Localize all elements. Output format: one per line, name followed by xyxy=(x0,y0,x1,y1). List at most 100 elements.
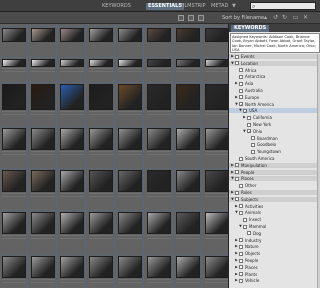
thumbnail[interactable] xyxy=(31,256,55,278)
keyword-row[interactable]: ▶ Vehicle xyxy=(229,278,320,283)
keyword-checkbox[interactable] xyxy=(239,204,243,209)
thumbnail[interactable] xyxy=(2,84,26,110)
thumbnail[interactable] xyxy=(31,59,55,67)
keyword-checkbox[interactable] xyxy=(239,156,243,161)
disclosure-triangle-icon[interactable]: ▼ xyxy=(231,176,234,181)
thumbnail[interactable] xyxy=(2,256,26,278)
keyword-row[interactable]: ▶ People xyxy=(229,169,320,175)
disclosure-triangle-icon[interactable]: ▶ xyxy=(235,265,238,270)
thumbnail[interactable] xyxy=(118,59,142,67)
thumbnail[interactable] xyxy=(118,28,142,42)
keyword-row[interactable]: ▶ Objects xyxy=(229,251,320,256)
thumbnail[interactable] xyxy=(2,28,26,42)
thumbnail[interactable] xyxy=(118,170,142,192)
keyword-checkbox[interactable] xyxy=(251,142,255,147)
keyword-checkbox[interactable] xyxy=(235,54,239,59)
keyword-row[interactable]: ▶ Industry xyxy=(229,238,320,243)
thumbnail[interactable] xyxy=(176,84,200,110)
thumbnail[interactable] xyxy=(60,28,84,42)
thumbnail[interactable] xyxy=(147,212,171,234)
thumbnail[interactable] xyxy=(147,84,171,110)
keyword-checkbox[interactable] xyxy=(239,74,243,79)
thumbnail[interactable] xyxy=(118,212,142,234)
disclosure-triangle-icon[interactable]: ▶ xyxy=(231,170,234,175)
thumbnail[interactable] xyxy=(60,170,84,192)
view-grid-icon[interactable] xyxy=(178,15,184,21)
disclosure-triangle-icon[interactable]: ▶ xyxy=(235,258,238,263)
thumbnail[interactable] xyxy=(89,170,113,192)
sort-dropdown[interactable]: Sort by Filename xyxy=(222,15,264,21)
keyword-row[interactable]: Goodbelo xyxy=(229,142,320,147)
keyword-row[interactable]: ▼ Subjects xyxy=(229,196,320,202)
rotate-right-icon[interactable]: ↻ xyxy=(281,15,288,21)
view-list-icon[interactable] xyxy=(188,15,194,21)
thumbnail[interactable] xyxy=(89,256,113,278)
disclosure-triangle-icon[interactable]: ▼ xyxy=(239,224,242,229)
thumbnail[interactable] xyxy=(205,212,228,234)
keyword-checkbox[interactable] xyxy=(251,136,255,141)
keyword-checkbox[interactable] xyxy=(239,210,243,215)
keyword-row[interactable]: ▶ Plants xyxy=(229,272,320,277)
keyword-checkbox[interactable] xyxy=(251,149,255,154)
keyword-row[interactable]: ▼ Mammal xyxy=(229,224,320,229)
keyword-checkbox[interactable] xyxy=(239,278,243,283)
disclosure-triangle-icon[interactable]: ▶ xyxy=(243,115,246,120)
thumbnail[interactable] xyxy=(2,59,26,67)
keyword-checkbox[interactable] xyxy=(235,190,239,195)
thumbnail[interactable] xyxy=(31,212,55,234)
thumbnail[interactable] xyxy=(60,212,84,234)
thumbnail[interactable] xyxy=(118,128,142,150)
thumbnail[interactable] xyxy=(205,84,228,110)
disclosure-triangle-icon[interactable]: ▶ xyxy=(235,272,238,277)
thumbnail[interactable] xyxy=(89,84,113,110)
thumbnail[interactable] xyxy=(176,128,200,150)
disclosure-triangle-icon[interactable]: ▼ xyxy=(239,108,242,113)
disclosure-triangle-icon[interactable]: ▶ xyxy=(231,163,234,168)
keyword-row[interactable]: Boardman xyxy=(229,136,320,141)
new-folder-icon[interactable]: ▭ xyxy=(292,15,299,21)
thumbnail[interactable] xyxy=(89,212,113,234)
thumbnail[interactable] xyxy=(205,59,228,67)
thumbnail[interactable] xyxy=(89,59,113,67)
disclosure-triangle-icon[interactable]: ▶ xyxy=(235,95,238,100)
thumbnail[interactable] xyxy=(60,256,84,278)
keyword-checkbox[interactable] xyxy=(239,272,243,277)
thumbnail[interactable] xyxy=(205,256,228,278)
keyword-checkbox[interactable] xyxy=(235,176,239,181)
keyword-row[interactable]: Australia xyxy=(229,88,320,93)
disclosure-triangle-icon[interactable]: ▶ xyxy=(235,204,238,209)
thumbnail[interactable] xyxy=(147,28,171,42)
keyword-row[interactable]: ▶ Activities xyxy=(229,204,320,209)
keyword-row[interactable]: ▼ Places xyxy=(229,176,320,182)
thumbnail[interactable] xyxy=(176,256,200,278)
keyword-row[interactable]: Youngstown xyxy=(229,149,320,154)
disclosure-triangle-icon[interactable]: ▶ xyxy=(231,190,234,195)
thumbnail[interactable] xyxy=(147,128,171,150)
keyword-row[interactable]: ▶ Nature xyxy=(229,244,320,249)
thumbnail[interactable] xyxy=(147,256,171,278)
keyword-checkbox[interactable] xyxy=(247,122,251,127)
keyword-row[interactable]: ▶ Roles xyxy=(229,190,320,195)
thumbnail[interactable] xyxy=(31,28,55,42)
keyword-row[interactable]: Other xyxy=(229,183,320,188)
keyword-checkbox[interactable]: ✓ xyxy=(247,129,251,134)
keyword-checkbox[interactable] xyxy=(235,61,239,66)
keyword-row[interactable]: ▶ Places xyxy=(229,265,320,270)
tab-keywords[interactable]: KEYWORDS xyxy=(100,3,133,10)
keyword-row[interactable]: Africa xyxy=(229,68,320,73)
keyword-row[interactable]: ▶ Manipulation xyxy=(229,162,320,168)
thumbnail[interactable] xyxy=(147,59,171,67)
workspace-menu-icon[interactable]: ▼ xyxy=(232,3,236,9)
keyword-row[interactable]: ▼ ✓ USA xyxy=(229,108,320,114)
keyword-row[interactable]: Insect xyxy=(229,217,320,222)
keyword-row[interactable]: New York xyxy=(229,122,320,127)
keyword-checkbox[interactable] xyxy=(235,170,239,175)
keyword-checkbox[interactable] xyxy=(243,224,247,229)
view-details-icon[interactable] xyxy=(198,15,204,21)
disclosure-triangle-icon[interactable]: ▼ xyxy=(231,197,234,202)
keyword-row[interactable]: Dog xyxy=(229,231,320,236)
thumbnail[interactable] xyxy=(89,28,113,42)
keyword-row[interactable]: ▶ Events xyxy=(229,54,320,59)
keyword-checkbox[interactable] xyxy=(239,183,243,188)
keyword-checkbox[interactable] xyxy=(239,251,243,256)
